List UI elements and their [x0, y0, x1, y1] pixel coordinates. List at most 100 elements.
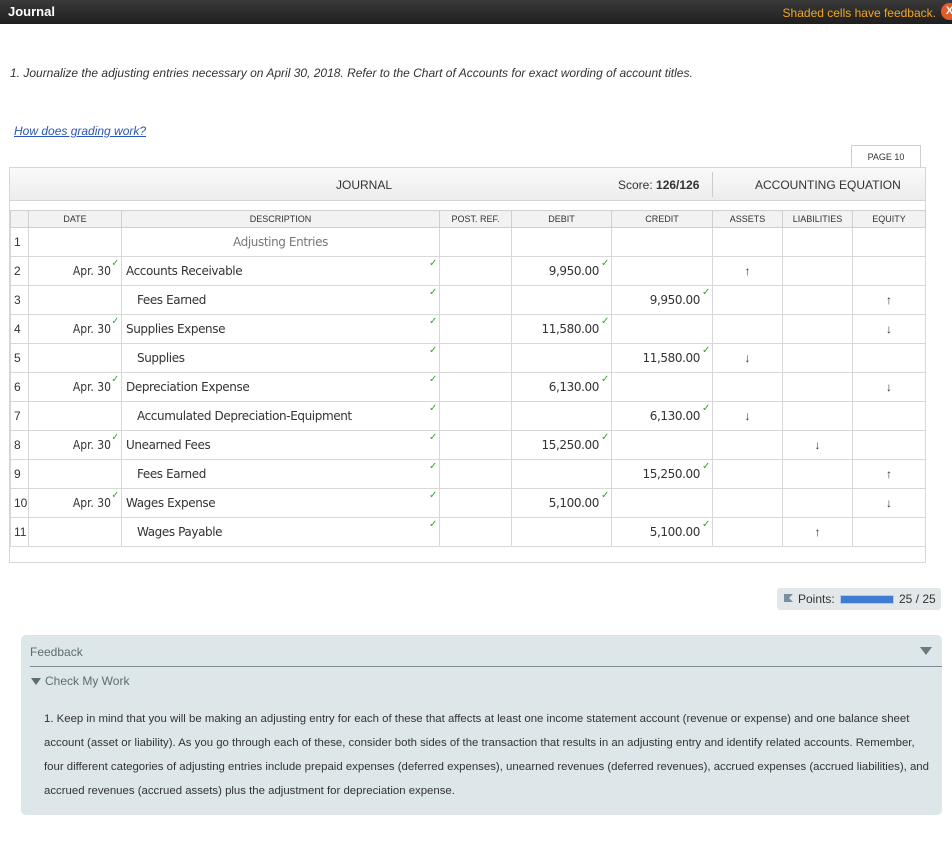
points-progress-bar [840, 595, 894, 604]
equity-cell[interactable]: ↑ [852, 285, 926, 315]
debit-cell[interactable] [511, 285, 612, 315]
col-date: DATE [28, 210, 122, 228]
debit-cell[interactable] [511, 343, 612, 373]
liabilities-cell[interactable] [782, 343, 853, 373]
date-cell[interactable] [28, 517, 122, 547]
description-cell[interactable]: Unearned Fees ✓ [121, 430, 440, 460]
post-ref-cell[interactable] [439, 517, 512, 547]
check-my-work-toggle[interactable]: Check My Work [31, 674, 129, 688]
grading-help-link[interactable]: How does grading work? [14, 124, 146, 138]
assets-cell[interactable]: ↓ [712, 401, 783, 431]
liabilities-cell[interactable] [782, 314, 853, 344]
liabilities-cell[interactable] [782, 227, 853, 257]
debit-cell[interactable] [511, 227, 612, 257]
liabilities-cell[interactable] [782, 401, 853, 431]
equity-cell[interactable]: ↓ [852, 314, 926, 344]
date-cell[interactable]: Apr. 30 ✓ [28, 314, 122, 344]
debit-cell[interactable]: 11,580.00 ✓ [511, 314, 612, 344]
description-text: Wages Payable [137, 525, 223, 539]
date-cell[interactable]: Apr. 30 ✓ [28, 256, 122, 286]
date-cell[interactable] [28, 285, 122, 315]
date-cell[interactable]: Apr. 30 ✓ [28, 488, 122, 518]
credit-cell[interactable] [611, 314, 713, 344]
equity-cell[interactable] [852, 430, 926, 460]
equity-cell[interactable] [852, 227, 926, 257]
credit-cell[interactable]: 11,580.00 ✓ [611, 343, 713, 373]
date-cell[interactable] [28, 401, 122, 431]
assets-cell[interactable]: ↓ [712, 343, 783, 373]
description-cell[interactable]: Accumulated Depreciation-Equipment ✓ [121, 401, 440, 431]
debit-cell[interactable]: 9,950.00 ✓ [511, 256, 612, 286]
description-cell[interactable]: Fees Earned ✓ [121, 459, 440, 489]
description-cell[interactable]: Depreciation Expense ✓ [121, 372, 440, 402]
description-cell[interactable]: Adjusting Entries [121, 227, 440, 257]
credit-cell[interactable]: 15,250.00 ✓ [611, 459, 713, 489]
equity-cell[interactable]: ↓ [852, 488, 926, 518]
date-cell[interactable]: Apr. 30 ✓ [28, 372, 122, 402]
header-divider [712, 172, 713, 197]
credit-cell[interactable]: 6,130.00 ✓ [611, 401, 713, 431]
description-cell[interactable]: Supplies ✓ [121, 343, 440, 373]
post-ref-cell[interactable] [439, 488, 512, 518]
description-cell[interactable]: Supplies Expense ✓ [121, 314, 440, 344]
liabilities-cell[interactable] [782, 488, 853, 518]
date-cell[interactable] [28, 459, 122, 489]
credit-cell[interactable] [611, 256, 713, 286]
credit-cell[interactable]: 5,100.00 ✓ [611, 517, 713, 547]
date-cell[interactable] [28, 343, 122, 373]
liabilities-cell[interactable]: ↓ [782, 430, 853, 460]
date-cell[interactable] [28, 227, 122, 257]
equity-cell[interactable] [852, 401, 926, 431]
assets-cell[interactable] [712, 488, 783, 518]
equity-cell[interactable] [852, 256, 926, 286]
chevron-down-icon[interactable] [920, 647, 932, 655]
equity-cell[interactable]: ↑ [852, 459, 926, 489]
credit-cell[interactable]: 9,950.00 ✓ [611, 285, 713, 315]
assets-cell[interactable] [712, 517, 783, 547]
row-number: 11 [10, 517, 29, 547]
post-ref-cell[interactable] [439, 430, 512, 460]
credit-cell[interactable] [611, 488, 713, 518]
equity-cell[interactable]: ↓ [852, 372, 926, 402]
debit-cell[interactable]: 15,250.00 ✓ [511, 430, 612, 460]
debit-cell[interactable] [511, 401, 612, 431]
post-ref-cell[interactable] [439, 314, 512, 344]
liabilities-cell[interactable] [782, 459, 853, 489]
debit-cell[interactable]: 5,100.00 ✓ [511, 488, 612, 518]
debit-cell[interactable] [511, 517, 612, 547]
check-icon: ✓ [429, 287, 437, 298]
assets-cell[interactable] [712, 430, 783, 460]
assets-cell[interactable] [712, 285, 783, 315]
assets-cell[interactable] [712, 459, 783, 489]
journal-table: DATE DESCRIPTION POST. REF. DEBIT CREDIT… [10, 210, 926, 547]
liabilities-cell[interactable] [782, 372, 853, 402]
post-ref-cell[interactable] [439, 401, 512, 431]
post-ref-cell[interactable] [439, 227, 512, 257]
liabilities-cell[interactable]: ↑ [782, 517, 853, 547]
post-ref-cell[interactable] [439, 459, 512, 489]
assets-cell[interactable]: ↑ [712, 256, 783, 286]
assets-cell[interactable] [712, 372, 783, 402]
points-label: Points: [798, 592, 835, 606]
post-ref-cell[interactable] [439, 256, 512, 286]
description-cell[interactable]: Wages Expense ✓ [121, 488, 440, 518]
post-ref-cell[interactable] [439, 343, 512, 373]
equity-cell[interactable] [852, 343, 926, 373]
post-ref-cell[interactable] [439, 372, 512, 402]
description-cell[interactable]: Fees Earned ✓ [121, 285, 440, 315]
description-cell[interactable]: Wages Payable ✓ [121, 517, 440, 547]
credit-cell[interactable] [611, 430, 713, 460]
close-icon[interactable]: X [941, 3, 952, 20]
debit-cell[interactable] [511, 459, 612, 489]
equity-cell[interactable] [852, 517, 926, 547]
credit-cell[interactable] [611, 227, 713, 257]
liabilities-cell[interactable] [782, 285, 853, 315]
assets-cell[interactable] [712, 227, 783, 257]
liabilities-cell[interactable] [782, 256, 853, 286]
date-cell[interactable]: Apr. 30 ✓ [28, 430, 122, 460]
assets-cell[interactable] [712, 314, 783, 344]
post-ref-cell[interactable] [439, 285, 512, 315]
debit-cell[interactable]: 6,130.00 ✓ [511, 372, 612, 402]
credit-cell[interactable] [611, 372, 713, 402]
description-cell[interactable]: Accounts Receivable ✓ [121, 256, 440, 286]
